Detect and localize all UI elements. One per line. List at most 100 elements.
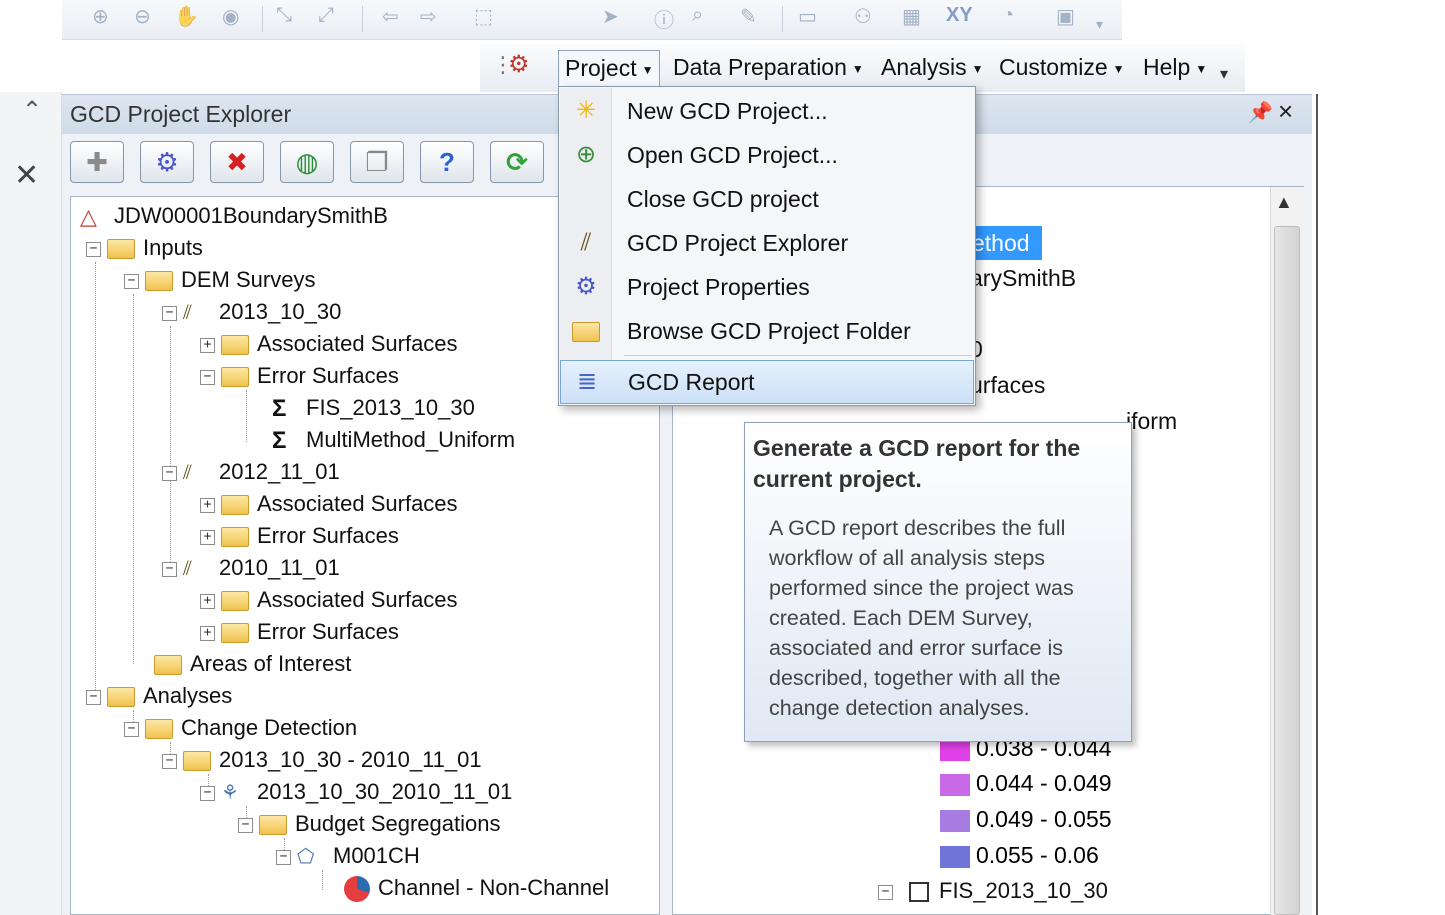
tree-channel-class[interactable]: Channel - Non-Channel — [344, 873, 609, 903]
pan-icon[interactable]: ✋ — [174, 4, 199, 29]
collapse-icon[interactable]: − — [238, 817, 253, 833]
property-text: iform — [1126, 408, 1178, 434]
tree-dem-surveys[interactable]: − DEM Surveys — [124, 265, 315, 295]
close-icon[interactable]: ✕ — [14, 158, 39, 193]
menu-analysis[interactable]: Analysis ▼ — [875, 50, 990, 84]
menu-customize[interactable]: Customize ▼ — [993, 50, 1131, 84]
tree-pair-folder[interactable]: −2013_10_30 - 2010_11_01 — [162, 745, 482, 775]
tree-survey-2013[interactable]: − ⫽ 2013_10_30 — [162, 297, 341, 327]
layer-item-fis[interactable]: − FIS_2013_10_30 — [878, 876, 1108, 906]
collapse-icon[interactable]: − — [878, 884, 893, 900]
scroll-thumb[interactable] — [1274, 226, 1300, 915]
tree-survey-2010[interactable]: − ⫽ 2010_11_01 — [162, 553, 340, 583]
tree-budget-segregations[interactable]: − Budget Segregations — [238, 809, 501, 839]
open-project-menu-item[interactable]: ⊕ Open GCD Project... — [560, 134, 974, 176]
close-project-menu-item[interactable]: Close GCD project — [560, 178, 974, 220]
delete-icon: ✖ — [226, 146, 248, 177]
expand-icon[interactable]: + — [200, 593, 215, 609]
zoom-in-icon[interactable]: ⊕ — [92, 4, 109, 29]
layer-checkbox[interactable] — [909, 882, 929, 903]
tree-analyses[interactable]: − Analyses — [86, 681, 232, 711]
add-layer-button[interactable]: ◍ — [280, 141, 334, 183]
project-icon: △ — [80, 204, 97, 230]
report-icon: ≣ — [576, 368, 598, 395]
project-properties-menu-item[interactable]: ⚙ Project Properties — [560, 266, 974, 308]
tree-assoc-surfaces[interactable]: + Associated Surfaces — [200, 329, 458, 359]
collapse-icon[interactable]: − — [162, 305, 177, 321]
tooltip-icon[interactable]: ✎ — [740, 4, 757, 29]
tree-survey-2012[interactable]: − ⫽ 2012_11_01 — [162, 457, 340, 487]
add-button[interactable]: ✚ — [70, 141, 124, 183]
menu-project[interactable]: Project ▼ — [558, 50, 661, 90]
expand-icon[interactable]: + — [200, 497, 215, 513]
tree-inputs[interactable]: − Inputs — [86, 233, 203, 263]
collapse-icon[interactable]: − — [124, 721, 139, 737]
help-button[interactable]: ? — [420, 141, 474, 183]
panel-close-icon[interactable]: × — [1278, 96, 1293, 127]
selected-property-text[interactable]: ethod — [970, 226, 1042, 260]
zoom-extent-out-icon[interactable]: ⤢ — [318, 4, 334, 27]
browse-folder-menu-item[interactable]: Browse GCD Project Folder — [560, 310, 974, 352]
tree-mask[interactable]: − ⬠ M001CH — [276, 841, 420, 871]
zoom-out-icon[interactable]: ⊖ — [134, 4, 151, 29]
tree-error-surfaces[interactable]: + Error Surfaces — [200, 617, 399, 647]
menubar-options-icon[interactable]: ▾ — [1220, 64, 1228, 84]
collapse-icon[interactable]: − — [276, 849, 291, 865]
pin-icon[interactable]: 📌 — [1248, 100, 1273, 125]
select-icon[interactable]: ⬚ — [474, 4, 493, 29]
project-explorer-menu-item[interactable]: ⫽ GCD Project Explorer — [560, 222, 974, 264]
gcd-report-menu-item[interactable]: ≣ GCD Report — [560, 360, 974, 404]
menu-help[interactable]: Help ▼ — [1137, 50, 1213, 84]
new-project-menu-item[interactable]: ✳ New GCD Project... — [560, 90, 974, 132]
expand-icon[interactable]: + — [200, 337, 215, 353]
collapse-up-icon[interactable]: ⌃ — [22, 96, 42, 125]
tree-dod[interactable]: − ⚘ 2013_10_30_2010_11_01 — [200, 777, 512, 807]
collapse-icon[interactable]: − — [200, 369, 215, 385]
tree-areas-of-interest[interactable]: Areas of Interest — [154, 649, 351, 679]
find-icon[interactable]: ⌕ — [692, 4, 703, 27]
collapse-icon[interactable]: − — [124, 273, 139, 289]
tree-error-surfaces[interactable]: − Error Surfaces — [200, 361, 399, 391]
expand-icon[interactable]: + — [200, 529, 215, 545]
collapse-icon[interactable]: − — [162, 465, 177, 481]
collapse-icon[interactable]: − — [200, 785, 215, 801]
property-text: arySmithB — [970, 265, 1077, 291]
tree-root[interactable]: △ JDW00001BoundarySmithB — [80, 201, 388, 231]
measure-icon[interactable]: ▭ — [798, 4, 817, 29]
gcd-logo-icon[interactable]: ⚙ — [508, 50, 530, 79]
table-icon[interactable]: ▦ — [902, 4, 921, 29]
goto-xy-icon[interactable]: XY — [946, 4, 973, 27]
globe-icon[interactable]: ◉ — [222, 4, 239, 29]
pointer-icon[interactable]: ➤ — [602, 4, 619, 29]
delete-button[interactable]: ✖ — [210, 141, 264, 183]
tree-assoc-surfaces[interactable]: + Associated Surfaces — [200, 489, 458, 519]
collapse-icon[interactable]: − — [86, 689, 101, 705]
forward-icon[interactable]: ⇨ — [420, 4, 437, 29]
properties-button[interactable]: ⚙ — [140, 141, 194, 183]
tree-error-surfaces[interactable]: + Error Surfaces — [200, 521, 399, 551]
tree-fis[interactable]: Σ FIS_2013_10_30 — [272, 393, 475, 423]
legend-row: 0.044 - 0.049 — [940, 768, 1112, 798]
refresh-button[interactable]: ⟳ — [490, 141, 544, 183]
layout-icon[interactable]: ▣ — [1056, 4, 1075, 29]
scroll-up-icon[interactable]: ▲ — [1275, 192, 1293, 213]
collapse-icon[interactable]: − — [86, 241, 101, 257]
info-icon[interactable]: ⓘ — [654, 4, 674, 33]
collapse-icon[interactable]: − — [162, 753, 177, 769]
menu-data-preparation[interactable]: Data Preparation ▼ — [667, 50, 870, 84]
zoom-extent-in-icon[interactable]: ⤡ — [276, 4, 292, 27]
tree-assoc-surfaces[interactable]: + Associated Surfaces — [200, 585, 458, 615]
collapse-icon[interactable]: − — [162, 561, 177, 577]
tree-change-detection[interactable]: − Change Detection — [124, 713, 357, 743]
expand-icon[interactable]: + — [200, 625, 215, 641]
time-slider-icon[interactable]: ◔ — [1002, 4, 1014, 27]
binoculars-icon[interactable]: ⚇ — [854, 4, 872, 29]
back-icon[interactable]: ⇦ — [382, 4, 399, 29]
tree-multimethod[interactable]: Σ MultiMethod_Uniform — [272, 425, 515, 455]
copy-button[interactable]: ❐ — [350, 141, 404, 183]
legend-swatch — [940, 773, 970, 796]
folder-icon — [145, 719, 173, 740]
explorer-title: GCD Project Explorer — [70, 101, 292, 127]
toolbar-options-icon[interactable]: ▾ — [1096, 16, 1103, 33]
copy-icon: ❐ — [365, 146, 389, 177]
